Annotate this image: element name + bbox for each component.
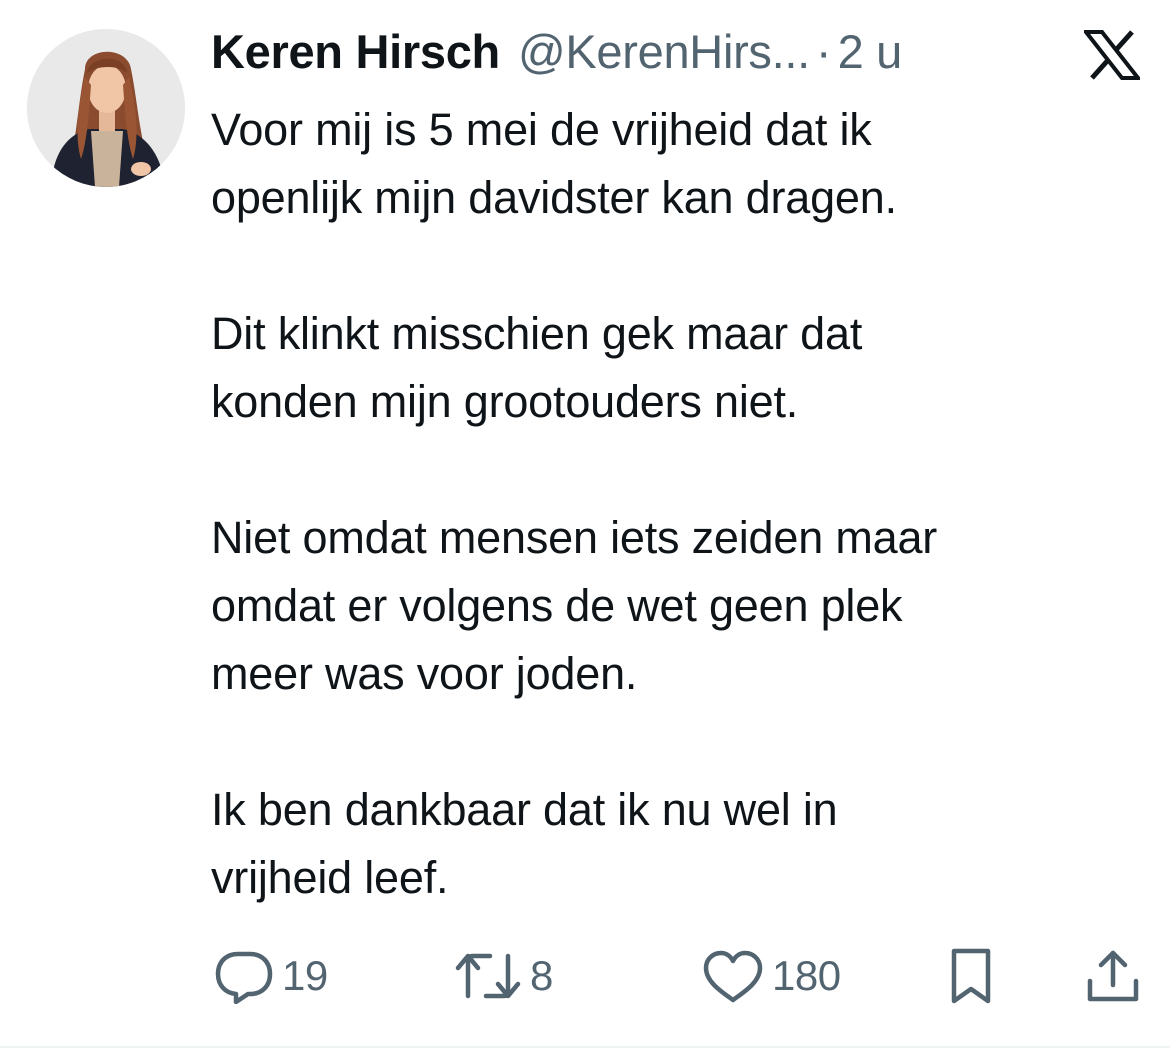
tweet[interactable]: Keren Hirsch @KerenHirs... · 2 u Voor mi…: [0, 0, 1170, 1046]
profile-photo-icon: [27, 29, 185, 187]
reply-icon: [215, 951, 273, 1004]
tweet-paragraph: Niet omdat mensen iets zeiden maar omdat…: [211, 512, 938, 699]
tweet-header: Keren Hirsch @KerenHirs... · 2 u: [211, 20, 902, 84]
x-logo-icon: [1081, 30, 1143, 80]
avatar[interactable]: [27, 29, 185, 187]
display-name[interactable]: Keren Hirsch: [211, 20, 500, 84]
like-button[interactable]: 180: [702, 945, 841, 1007]
reply-button[interactable]: 19: [214, 945, 328, 1007]
user-handle[interactable]: @KerenHirs...: [518, 20, 810, 84]
repost-icon: [455, 953, 521, 999]
timestamp[interactable]: 2 u: [838, 20, 903, 84]
tweet-actions: 19 8 180: [0, 945, 1170, 1007]
bookmark-icon: [951, 948, 991, 1004]
bookmark-button[interactable]: [944, 945, 998, 1007]
heart-icon: [703, 950, 763, 1003]
repost-button[interactable]: 8: [454, 945, 553, 1007]
repost-count: 8: [530, 952, 553, 999]
share-icon: [1087, 950, 1139, 1002]
share-button[interactable]: [1084, 945, 1142, 1007]
tweet-paragraph: Ik ben dankbaar dat ik nu wel in vrijhei…: [211, 784, 838, 903]
header-separator: ·: [815, 25, 832, 78]
tweet-paragraph: Voor mij is 5 mei de vrijheid dat ik ope…: [211, 104, 897, 223]
like-count: 180: [772, 952, 841, 999]
tweet-paragraph: Dit klinkt misschien gek maar dat konden…: [211, 308, 863, 427]
bottom-divider: [0, 1046, 1170, 1048]
tweet-text: Voor mij is 5 mei de vrijheid dat ik ope…: [211, 96, 1131, 912]
reply-count: 19: [282, 952, 328, 999]
